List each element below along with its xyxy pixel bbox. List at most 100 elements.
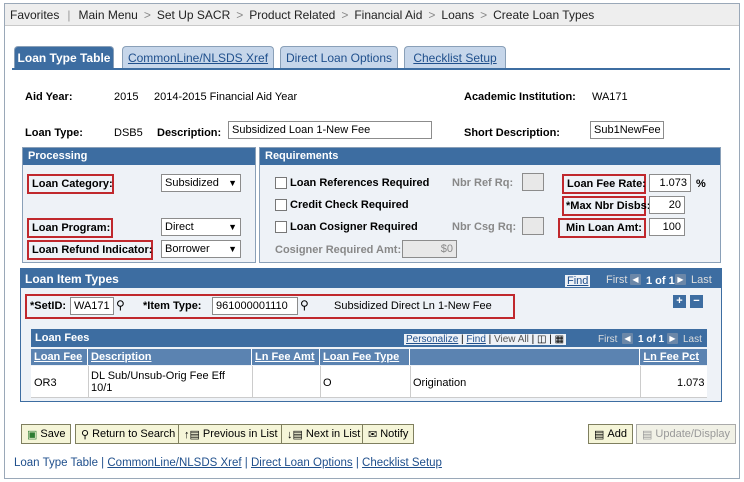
view-all-link[interactable]: View All [494,334,529,345]
loan-program-select[interactable]: Direct ▼ [161,218,241,236]
col-ln-fee-amt[interactable]: Ln Fee Amt [252,349,320,365]
footer-link-checklist-setup[interactable]: Checklist Setup [362,457,442,469]
add-row-icon[interactable]: + [673,295,686,308]
save-button[interactable]: ▣ Save [21,424,72,444]
personalize-link[interactable]: Personalize [406,334,458,345]
loan-program-label: Loan Program: [27,218,113,238]
fees-count: 1 of 1 [638,334,665,345]
max-nbr-disbs-label: *Max Nbr Disbs: [562,196,650,216]
tab-direct-loan-options[interactable]: Direct Loan Options [280,46,398,68]
delete-row-icon[interactable]: − [690,295,703,308]
chevron-down-icon: ▼ [228,243,237,254]
nbr-ref-input [522,173,544,191]
fees-column-header: Loan Fee Description Ln Fee Amt Loan Fee… [31,349,707,365]
description-input[interactable]: Subsidized Loan 1-New Fee [228,121,432,139]
update-display-button[interactable]: ▤ Update/Display [636,424,736,444]
update-icon: ▤ [642,428,653,441]
col-loan-fee[interactable]: Loan Fee [31,349,88,365]
breadcrumb: Favorites | Main Menu > Set Up SACR > Pr… [5,4,739,26]
nbr-csg-label: Nbr Csg Rq: [452,221,517,233]
loan-references-checkbox[interactable] [275,177,287,189]
loan-fee-rate-label: Loan Fee Rate: [562,174,646,194]
search-icon[interactable]: ⚲ [116,298,125,312]
item-types-first-label: First [606,274,628,286]
setid-input[interactable]: WA171 [70,297,114,315]
credit-check-checkbox[interactable] [275,199,287,211]
loan-category-select[interactable]: Subsidized ▼ [161,174,241,192]
item-type-label: *Item Type: [143,300,202,312]
loan-category-value: Subsidized [165,176,219,189]
fees-first-label: First [598,334,618,345]
nbr-ref-label: Nbr Ref Rq: [452,177,514,189]
footer-link-direct-loan-options[interactable]: Direct Loan Options [251,457,353,469]
search-icon: ⚲ [81,428,90,441]
fee-type: O [323,377,332,389]
fees-toolbar: Personalize | Find | View All | ◫ | ▦ [404,334,567,345]
loan-type-value: DSB5 [114,127,143,139]
footer-link-loan-type-table[interactable]: Loan Type Table [14,457,98,469]
footer-link-commonline-xref[interactable]: CommonLine/NLSDS Xref [107,457,241,469]
previous-in-list-button[interactable]: ↑▤ Previous in List [178,424,284,444]
short-description-label: Short Description: [464,127,560,139]
loan-type-label: Loan Type: [25,127,83,139]
loan-category-label: Loan Category: [27,174,114,194]
prev-arrow-icon[interactable]: ◀ [630,274,641,285]
item-type-input[interactable]: 961000001110 [212,297,298,315]
breadcrumb-product-related[interactable]: Product Related [249,8,335,22]
aid-year-value: 2015 [114,91,139,103]
breadcrumb-financial-aid[interactable]: Financial Aid [354,8,422,22]
tab-commonline-xref[interactable]: CommonLine/NLSDS Xref [122,46,274,68]
next-icon: ↓▤ [287,428,303,441]
col-ln-fee-pct[interactable]: Ln Fee Pct [640,349,707,365]
next-arrow-icon[interactable]: ▶ [667,333,678,344]
footer-links: Loan Type Table | CommonLine/NLSDS Xref … [14,457,442,469]
previous-icon: ↑▤ [184,428,200,441]
percent-sign: % [696,178,706,190]
next-in-list-button[interactable]: ↓▤ Next in List [281,424,367,444]
loan-cosigner-label: Loan Cosigner Required [290,221,418,233]
fee-percent: 1.073 [677,377,705,389]
tab-checklist-setup[interactable]: Checklist Setup [404,46,506,68]
notify-button[interactable]: ✉ Notify [362,424,415,444]
breadcrumb-main-menu[interactable]: Main Menu [78,8,137,22]
save-icon: ▣ [27,428,38,441]
breadcrumb-loans[interactable]: Loans [441,8,474,22]
prev-arrow-icon[interactable]: ◀ [622,333,633,344]
col-description[interactable]: Description [88,349,252,365]
add-button[interactable]: ▤ Add [588,424,633,444]
grid-download-icon[interactable]: ▦ [555,334,564,345]
loan-refund-indicator-select[interactable]: Borrower ▼ [161,240,241,258]
tab-loan-type-table[interactable]: Loan Type Table [14,46,114,68]
loan-program-value: Direct [165,220,194,233]
institution-label: Academic Institution: [464,91,576,103]
loan-cosigner-checkbox[interactable] [275,221,287,233]
col-loan-fee-type[interactable]: Loan Fee Type [320,349,410,365]
institution-value: WA171 [592,91,628,103]
breadcrumb-favorites[interactable]: Favorites [5,8,59,22]
loan-references-label: Loan References Required [290,177,430,189]
col-type-description [410,349,640,365]
cosigner-required-amt-label: Cosigner Required Amt: [275,244,402,256]
breadcrumb-setup-sacr[interactable]: Set Up SACR [157,8,230,22]
add-icon: ▤ [594,428,605,441]
breadcrumb-create-loan-types[interactable]: Create Loan Types [493,8,594,22]
chevron-down-icon: ▼ [228,221,237,232]
cosigner-required-amt-input: $0 [402,240,457,258]
max-nbr-disbs-input[interactable]: 20 [649,196,685,214]
item-type-description: Subsidized Direct Ln 1-New Fee [334,300,492,312]
short-description-input[interactable]: Sub1NewFee [590,121,664,139]
fees-last-label: Last [683,334,702,345]
item-types-find-link[interactable]: Find [565,275,591,287]
min-loan-amt-input[interactable]: 100 [649,218,685,236]
zoom-icon[interactable]: ◫ [537,334,546,345]
fees-find-link[interactable]: Find [466,334,485,345]
return-to-search-button[interactable]: ⚲ Return to Search [75,424,182,444]
next-arrow-icon[interactable]: ▶ [675,274,686,285]
fee-code: OR3 [34,377,57,389]
loan-fee-rate-input[interactable]: 1.073 [649,174,691,192]
nbr-csg-input [522,217,544,235]
aid-year-description: 2014-2015 Financial Aid Year [154,91,298,103]
search-icon[interactable]: ⚲ [300,298,309,312]
fee-description: DL Sub/Unsub-Orig Fee Eff 10/1 [91,370,225,394]
min-loan-amt-label: Min Loan Amt: [558,218,646,238]
